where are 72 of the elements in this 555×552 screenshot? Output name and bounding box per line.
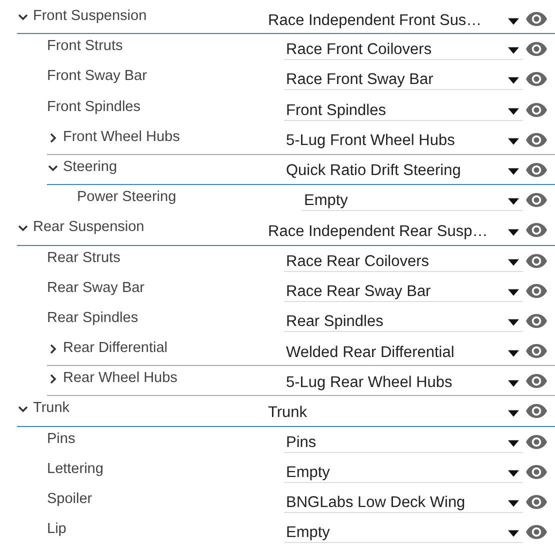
caret-icon <box>508 138 519 146</box>
part-dropdown[interactable]: Pins <box>284 428 523 453</box>
row-label: Front Wheel Hubs <box>63 128 180 145</box>
row-label: Front Sway Bar <box>47 68 147 84</box>
row-label: Front Struts <box>47 38 123 54</box>
part-dropdown[interactable]: BNGLabs Low Deck Wing <box>284 489 523 513</box>
part-dropdown[interactable]: Race Rear Coilovers <box>284 248 523 272</box>
row-label: Rear Differential <box>63 340 168 356</box>
row-label: Rear Wheel Hubs <box>63 370 178 386</box>
caret-icon <box>508 228 519 236</box>
row-label: Pins <box>47 430 76 447</box>
row-label: Front Spindles <box>47 98 140 115</box>
eye-icon[interactable] <box>526 344 547 358</box>
row-label: Steering <box>63 158 118 175</box>
eye-icon[interactable] <box>526 102 547 117</box>
part-dropdown[interactable]: Race Independent Rear Susp… <box>266 217 523 242</box>
part-dropdown[interactable]: Trunk <box>266 398 523 422</box>
part-dropdown[interactable]: Race Rear Sway Bar <box>284 278 523 302</box>
row-label: Rear Spindles <box>47 310 138 326</box>
caret-icon <box>508 77 519 84</box>
eye-icon[interactable] <box>526 404 547 418</box>
caret-icon <box>508 258 519 266</box>
eye-icon[interactable] <box>526 254 547 268</box>
caret-icon <box>508 500 519 507</box>
row-label: Power Steering <box>77 189 176 206</box>
eye-icon[interactable] <box>526 314 547 328</box>
caret-icon <box>508 318 519 326</box>
eye-icon[interactable] <box>526 464 547 479</box>
part-dropdown[interactable]: Empty <box>302 187 523 212</box>
caret-icon <box>508 380 519 387</box>
row-label: Rear Suspension <box>33 219 144 236</box>
eye-icon[interactable] <box>526 284 547 298</box>
caret-icon <box>508 18 519 24</box>
row-label: Lip <box>47 521 66 538</box>
part-dropdown[interactable]: Front Spindles <box>284 96 523 121</box>
part-dropdown[interactable]: Race Front Coilovers <box>284 36 523 60</box>
row-label: Rear Sway Bar <box>47 280 145 296</box>
row-label: Lettering <box>47 460 104 477</box>
caret-icon <box>508 168 519 176</box>
caret-icon <box>508 530 519 538</box>
caret-icon <box>508 410 519 417</box>
caret-icon <box>508 47 519 54</box>
eye-icon[interactable] <box>526 495 547 509</box>
caret-icon <box>508 108 519 115</box>
eye-icon[interactable] <box>526 223 547 238</box>
row-label: Rear Struts <box>47 250 120 266</box>
eye-icon[interactable] <box>526 12 547 26</box>
part-dropdown[interactable]: Rear Spindles <box>284 308 523 332</box>
part-dropdown[interactable]: Empty <box>284 519 523 544</box>
caret-icon <box>508 288 519 296</box>
part-dropdown[interactable]: 5-Lug Rear Wheel Hubs <box>284 368 523 392</box>
eye-icon[interactable] <box>526 42 547 56</box>
caret-icon <box>508 350 519 357</box>
part-dropdown[interactable]: 5-Lug Front Wheel Hubs <box>284 126 523 151</box>
part-dropdown[interactable]: Race Independent Front Sus… <box>266 6 523 30</box>
eye-icon[interactable] <box>526 162 547 177</box>
eye-icon[interactable] <box>526 434 547 449</box>
part-dropdown[interactable]: Quick Ratio Drift Steering <box>284 156 523 181</box>
eye-icon[interactable] <box>526 72 547 86</box>
part-dropdown[interactable]: Welded Rear Differential <box>284 338 523 362</box>
caret-icon <box>508 440 519 447</box>
part-dropdown[interactable]: Empty <box>284 458 523 483</box>
row-label: Spoiler <box>47 491 92 507</box>
part-dropdown[interactable]: Race Front Sway Bar <box>284 66 523 90</box>
eye-icon[interactable] <box>526 132 547 147</box>
eye-icon[interactable] <box>526 374 547 388</box>
eye-icon[interactable] <box>526 525 547 540</box>
eye-icon[interactable] <box>526 193 547 208</box>
row-label: Trunk <box>33 400 70 416</box>
row-label: Front Suspension <box>33 8 147 24</box>
caret-icon <box>508 198 519 206</box>
caret-icon <box>508 470 519 477</box>
